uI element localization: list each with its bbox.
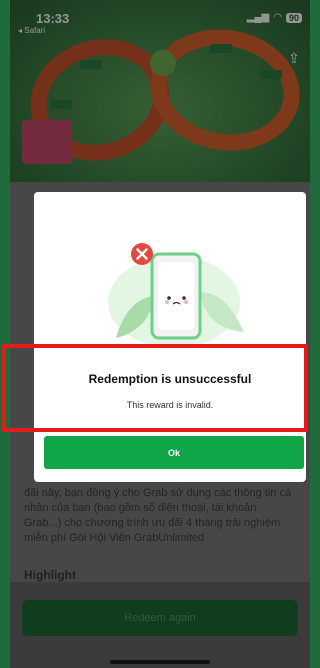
error-illustration [108, 243, 244, 348]
phone-screen: ⇪ 13:33 ◂ Safari ▂▄▆ ◠ 90 đãi này, bạn đ… [10, 0, 310, 668]
ok-button[interactable]: Ok [44, 436, 304, 469]
error-dialog: Redemption is unsuccessful This reward i… [34, 192, 306, 482]
highlight-annotation [2, 344, 308, 432]
home-indicator [110, 660, 210, 664]
x-circle-icon [131, 243, 153, 265]
